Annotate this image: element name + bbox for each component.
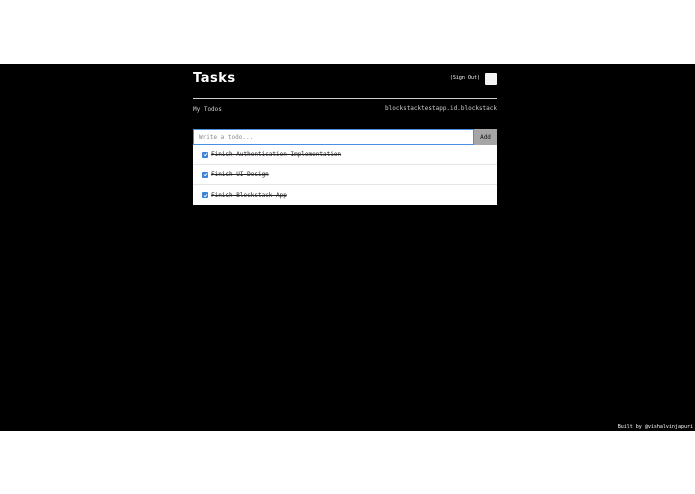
- sign-out-button[interactable]: (Sign Out): [450, 75, 480, 81]
- todo-item[interactable]: Finish Blockstack App: [193, 185, 497, 205]
- checkbox-icon[interactable]: [202, 171, 208, 178]
- avatar: [485, 73, 497, 85]
- checkmark-icon: [203, 193, 207, 197]
- footer-credit: Built by @vishalvinjapuri: [617, 424, 693, 430]
- todo-item[interactable]: Finish Authentication Implementation: [193, 145, 497, 165]
- add-button[interactable]: Add: [474, 129, 497, 145]
- todo-form: Add: [193, 129, 497, 145]
- checkmark-icon: [203, 173, 207, 177]
- todo-text: Finish UI Design: [211, 171, 269, 178]
- page-title: Tasks: [193, 71, 236, 86]
- todo-list: Finish Authentication Implementation Fin…: [193, 145, 497, 205]
- todo-text: Finish Blockstack App: [211, 191, 287, 199]
- tasks-container: Tasks (Sign Out) My Todos blockstacktest…: [193, 64, 497, 205]
- checkbox-icon[interactable]: [202, 192, 208, 198]
- header: Tasks (Sign Out): [193, 71, 497, 99]
- user-id: blockstacktestapp.id.blockstack: [385, 105, 497, 112]
- todo-item[interactable]: Finish UI Design: [193, 165, 497, 185]
- checkmark-icon: [203, 153, 207, 157]
- section-label: My Todos: [193, 106, 222, 113]
- subheader: My Todos blockstacktestapp.id.blockstack: [193, 105, 497, 119]
- checkbox-icon[interactable]: [202, 151, 208, 158]
- todo-input[interactable]: [193, 129, 474, 145]
- app-area: Tasks (Sign Out) My Todos blockstacktest…: [0, 64, 695, 431]
- todo-text: Finish Authentication Implementation: [211, 151, 342, 158]
